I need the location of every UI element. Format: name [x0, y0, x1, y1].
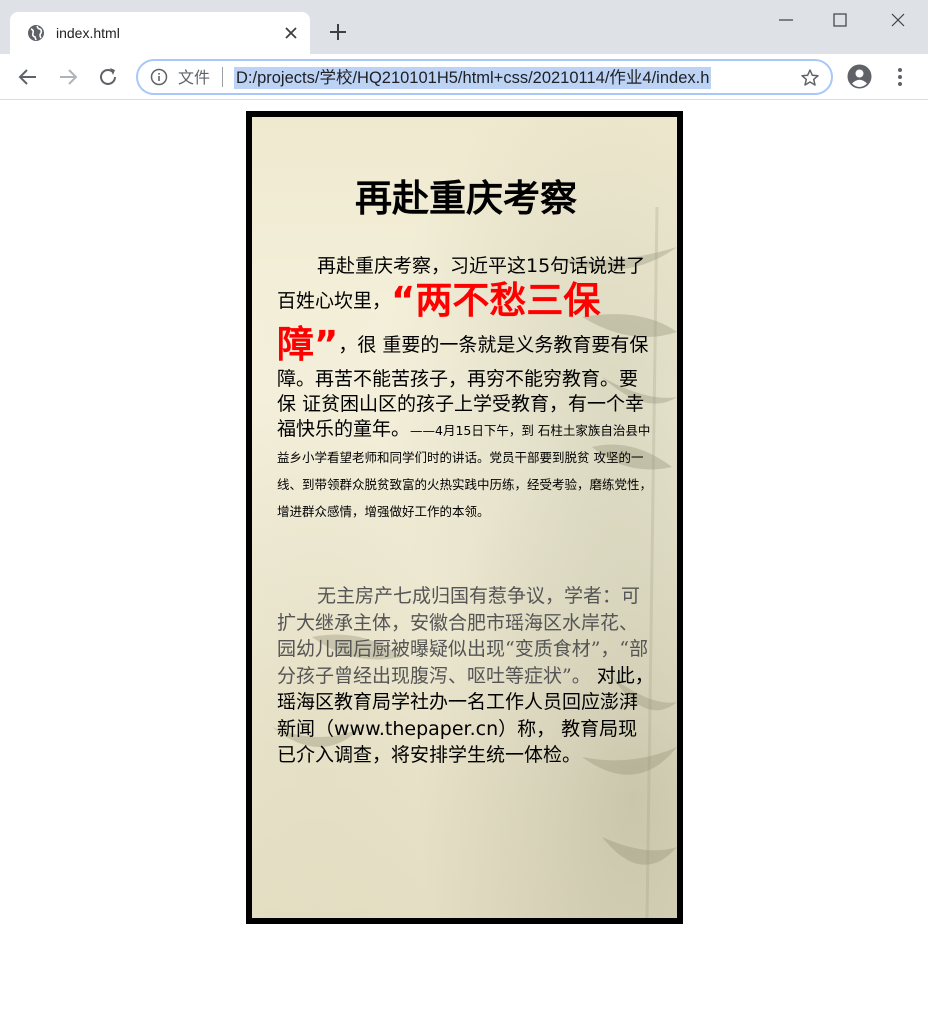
menu-dots-icon[interactable]	[890, 65, 910, 89]
browser-titlebar: index.html	[0, 0, 928, 54]
close-tab-icon[interactable]	[281, 23, 301, 43]
scheme-label: 文件	[178, 68, 211, 87]
article-paragraph-2: 无主房产七成归国有惹争议，学者：可扩大继承主体，安徽合肥市瑶海区水岸花、 园幼儿…	[277, 583, 655, 769]
url-text[interactable]: D:/projects/学校/HQ210101H5/html+css/20210…	[234, 67, 712, 89]
close-window-icon[interactable]	[884, 8, 912, 32]
article-card: 再赴重庆考察 再赴重庆考察，习近平这15句话说进了百姓心坎里，“两不愁三保障”，…	[246, 111, 683, 924]
tab-index-html[interactable]: index.html	[10, 12, 310, 54]
globe-icon	[28, 25, 44, 41]
reload-icon[interactable]	[96, 65, 120, 89]
address-bar[interactable]: 文件 D:/projects/学校/HQ210101H5/html+css/20…	[136, 59, 833, 95]
browser-toolbar: 文件 D:/projects/学校/HQ210101H5/html+css/20…	[0, 54, 928, 100]
minimize-icon[interactable]	[772, 8, 800, 32]
omnibox-separator	[222, 67, 223, 87]
forward-arrow-icon[interactable]	[56, 65, 80, 89]
article-paragraph-1: 再赴重庆考察，习近平这15句话说进了百姓心坎里，“两不愁三保障”，很 重要的一条…	[277, 254, 655, 525]
info-icon[interactable]	[150, 68, 168, 86]
maximize-icon[interactable]	[826, 8, 854, 32]
page-viewport: 再赴重庆考察 再赴重庆考察，习近平这15句话说进了百姓心坎里，“两不愁三保障”，…	[0, 101, 928, 1031]
new-tab-icon[interactable]	[326, 20, 350, 44]
account-icon[interactable]	[847, 64, 872, 89]
tab-title: index.html	[56, 25, 120, 41]
page-title: 再赴重庆考察	[355, 177, 577, 220]
back-arrow-icon[interactable]	[16, 65, 40, 89]
bookmark-star-icon[interactable]	[800, 68, 820, 88]
